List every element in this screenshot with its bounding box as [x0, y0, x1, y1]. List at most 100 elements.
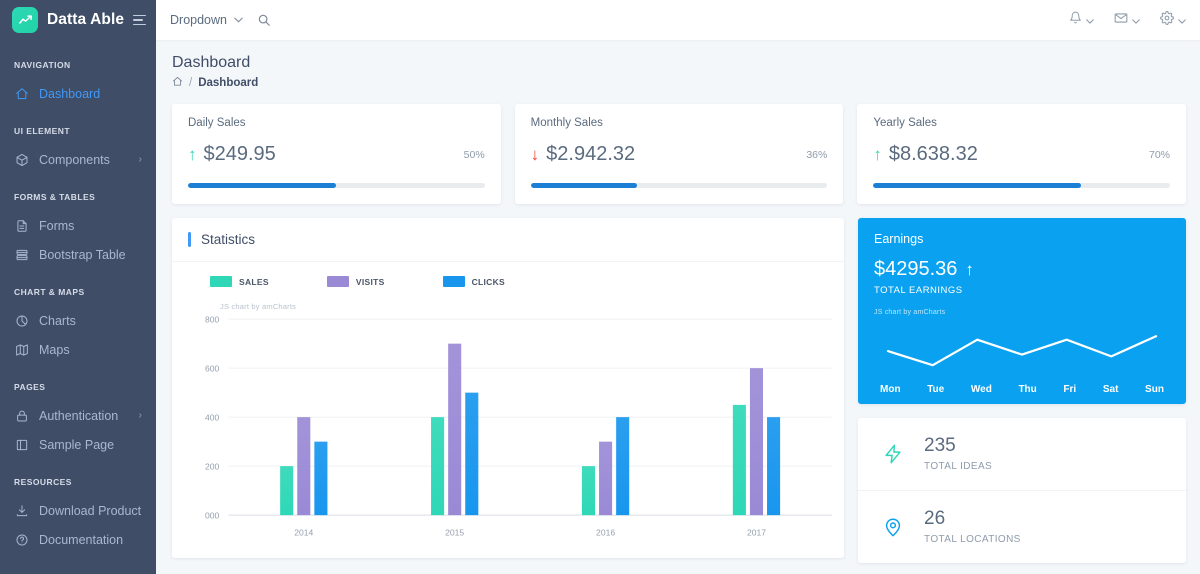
- earnings-day-label: Wed: [970, 384, 992, 395]
- sidebar-item-forms[interactable]: Forms: [0, 211, 156, 240]
- bar-visits-2016[interactable]: [599, 441, 613, 516]
- sidebar-item-download-product[interactable]: Download Product: [0, 496, 156, 525]
- stat-card-amount-group: ↑ $8.638.32: [873, 143, 977, 166]
- chevron-down-icon: [1178, 11, 1186, 29]
- trend-up-arrow-icon: ↑: [873, 145, 882, 164]
- legend-item-visits[interactable]: VISITS: [326, 276, 385, 287]
- x-axis-label: 2015: [445, 527, 464, 537]
- bar-clicks-2015[interactable]: [465, 392, 479, 516]
- bar-clicks-2014[interactable]: [314, 441, 328, 516]
- bar-sales-2017[interactable]: [732, 404, 746, 516]
- stat-card-title: Monthly Sales: [530, 117, 603, 129]
- lock-icon: [14, 408, 29, 423]
- legend-item-clicks[interactable]: CLICKS: [442, 276, 505, 287]
- mini-card-label: TOTAL IDEAS: [924, 460, 993, 472]
- messages-dropdown[interactable]: [1114, 11, 1140, 30]
- x-axis-label: 2016: [596, 527, 615, 537]
- sidebar-item-maps[interactable]: Maps: [0, 335, 156, 364]
- earnings-amount-row: $4295.36 ↑: [874, 258, 1170, 281]
- sidebar-collapse-toggle[interactable]: [133, 12, 147, 29]
- chart-legend: SALES VISITS CLICKS: [210, 276, 505, 287]
- download-icon: [14, 503, 29, 518]
- earnings-day-label: Sun: [1145, 384, 1164, 395]
- sidebar-item-label: Dashboard: [39, 86, 101, 101]
- bell-icon: [1069, 11, 1082, 29]
- sidebar-item-dashboard[interactable]: Dashboard: [0, 79, 156, 108]
- stat-card-amount: $8.638.32: [888, 143, 978, 165]
- bar-clicks-2016[interactable]: [616, 417, 630, 516]
- sidebar-item-sample-page[interactable]: Sample Page: [0, 430, 156, 459]
- sidebar-item-label: Components: [39, 152, 110, 167]
- accent-bar: [188, 232, 191, 247]
- stat-card-progress: [873, 183, 1171, 188]
- stat-card-progress: [188, 183, 485, 188]
- home-icon[interactable]: [172, 76, 183, 90]
- earnings-title: Earnings: [874, 232, 924, 246]
- stat-card-percent: 70%: [1149, 148, 1171, 161]
- earnings-day-label: Tue: [927, 384, 945, 395]
- topbar-actions: [1069, 10, 1186, 30]
- stat-card-yearly-sales: Yearly Sales ↑ $8.638.32 70%: [857, 104, 1187, 204]
- stat-card-percent: 50%: [463, 148, 485, 161]
- brand-name: Datta Able: [47, 11, 125, 28]
- statistics-chart[interactable]: SALES VISITS CLICKS JS chart by amCharts 0…: [172, 262, 844, 558]
- bar-sales-2016[interactable]: [581, 466, 596, 516]
- bar-sales-2015[interactable]: [431, 417, 445, 516]
- chevron-down-icon: [1132, 11, 1140, 29]
- sidebar-item-bootstrap-table[interactable]: Bootstrap Table: [0, 240, 156, 269]
- mini-card-label: TOTAL LOCATIONS: [924, 533, 1021, 545]
- topbar: Dropdown: [156, 0, 1200, 40]
- earnings-chart[interactable]: Mon Tue Wed Thu Fri Sat Sun: [858, 324, 1186, 404]
- form-icon: [14, 218, 29, 233]
- sidebar-item-label: Bootstrap Table: [39, 247, 126, 262]
- statistics-card: Statistics SALES VISITS CLICKS JS chart by…: [172, 218, 844, 558]
- table-icon: [14, 247, 29, 262]
- stat-card-percent: 36%: [806, 148, 828, 161]
- stat-card-daily-sales: Daily Sales ↑ $249.95 50%: [172, 104, 501, 204]
- sidebar-item-label: Documentation: [39, 532, 124, 547]
- breadcrumb-current[interactable]: Dashboard: [198, 77, 258, 89]
- sidebar-item-label: Sample Page: [39, 437, 115, 452]
- stat-card-monthly-sales: Monthly Sales ↓ $2.942.32 36%: [514, 104, 844, 204]
- statistics-title: Statistics: [201, 232, 256, 247]
- earnings-line-path: [886, 335, 1158, 367]
- notifications-dropdown[interactable]: [1069, 11, 1094, 29]
- trend-down-arrow-icon: ↓: [530, 145, 540, 164]
- legend-item-sales[interactable]: SALES: [210, 276, 269, 287]
- bar-visits-2017[interactable]: [749, 368, 764, 516]
- map-icon: [14, 342, 29, 357]
- bar-sales-2014[interactable]: [280, 466, 294, 516]
- sidebar-item-authentication[interactable]: Authentication ›: [0, 401, 156, 430]
- topbar-dropdown[interactable]: Dropdown: [170, 13, 243, 27]
- stat-card-title: Daily Sales: [188, 117, 246, 129]
- mini-card-total-ideas: 235 TOTAL IDEAS: [858, 418, 1186, 490]
- sidebar-item-charts[interactable]: Charts: [0, 306, 156, 335]
- chevron-right-icon: ›: [138, 409, 142, 421]
- sidebar-item-documentation[interactable]: Documentation: [0, 525, 156, 554]
- bar-clicks-2017[interactable]: [767, 417, 781, 516]
- sidebar-item-label: Maps: [39, 342, 70, 357]
- legend-swatch: [442, 276, 465, 287]
- earnings-day-label: Sat: [1102, 384, 1119, 395]
- lightning-bolt-icon: [880, 441, 906, 467]
- stat-card-progress: [530, 183, 828, 188]
- svg-text:000: 000: [205, 511, 219, 521]
- x-axis-label: 2017: [747, 527, 766, 537]
- x-axis-label: 2014: [294, 527, 313, 537]
- legend-label: VISITS: [355, 276, 385, 287]
- topbar-dropdown-label: Dropdown: [170, 13, 227, 27]
- main-area: Dropdown Dashboard / Dashboard Daily Sal…: [156, 0, 1200, 574]
- bar-visits-2014[interactable]: [297, 417, 311, 516]
- sidebar-caption-forms-tables: FORMS & TABLES: [14, 192, 96, 202]
- sidebar-item-components[interactable]: Components ›: [0, 145, 156, 174]
- chart-watermark: JS chart by amCharts: [220, 302, 297, 311]
- search-icon[interactable]: [257, 13, 271, 27]
- right-column: Earnings $4295.36 ↑ TOTAL EARNINGS JS ch…: [858, 218, 1186, 563]
- mini-card-text: 26 TOTAL LOCATIONS: [924, 508, 1021, 545]
- lower-row: Statistics SALES VISITS CLICKS JS chart by…: [172, 218, 1186, 563]
- settings-dropdown[interactable]: [1160, 10, 1186, 30]
- sidebar-caption-ui-element: UI ELEMENT: [14, 126, 70, 136]
- bar-visits-2015[interactable]: [448, 343, 462, 516]
- earnings-day-label: Thu: [1018, 384, 1037, 395]
- mini-card-text: 235 TOTAL IDEAS: [924, 435, 993, 472]
